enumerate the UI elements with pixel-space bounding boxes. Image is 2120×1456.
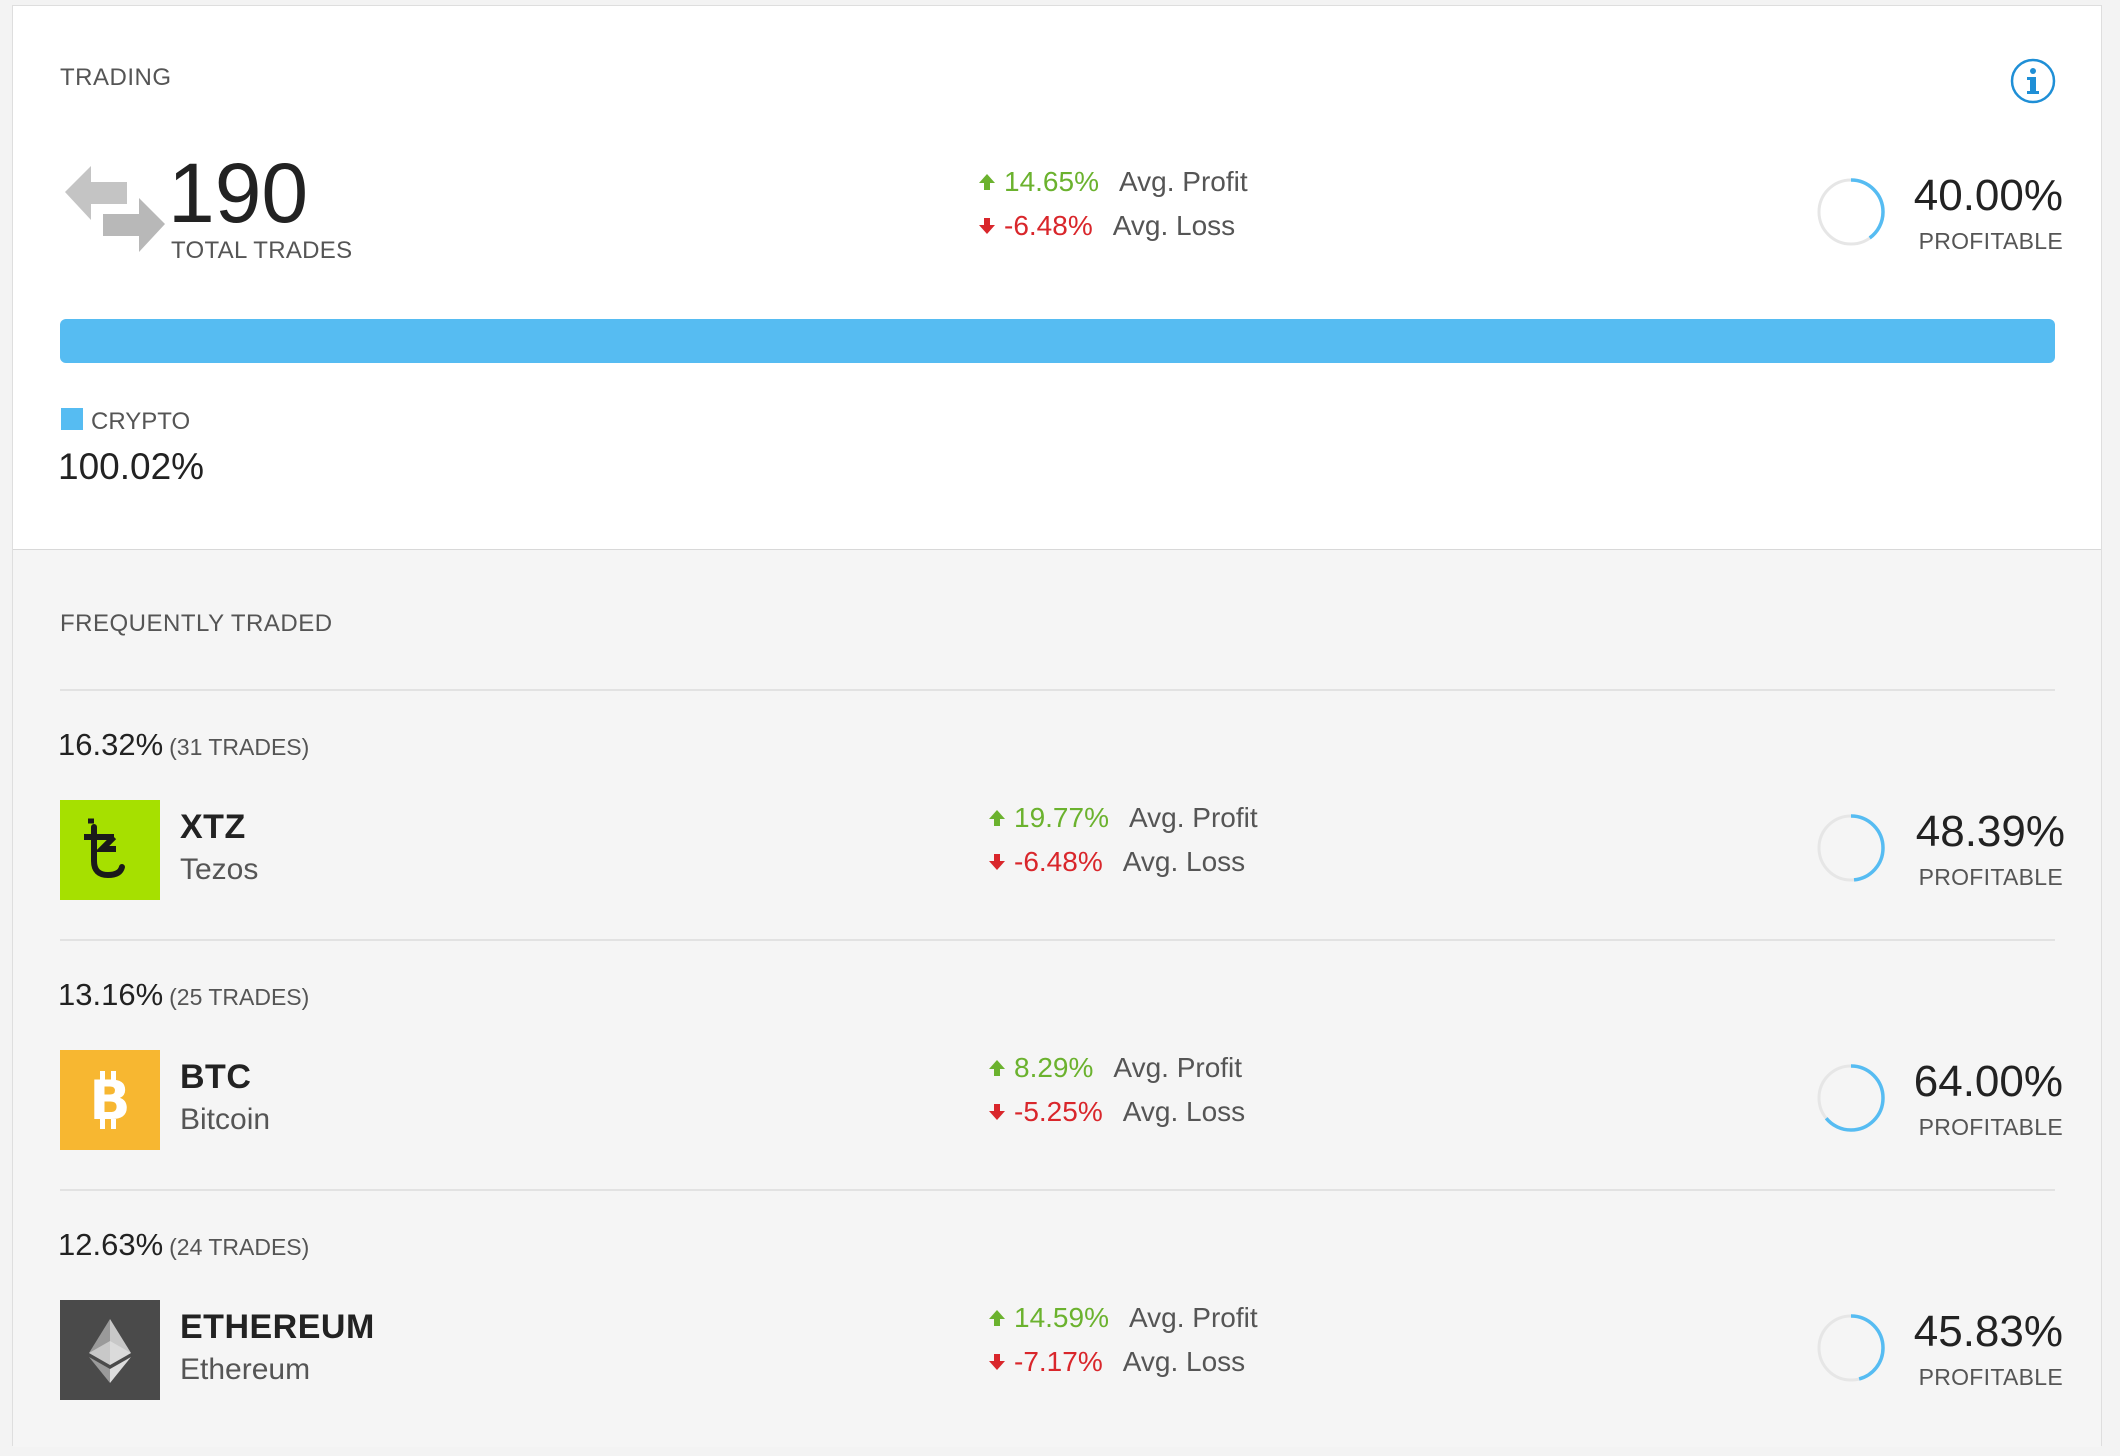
allocation-bar (60, 319, 2055, 363)
asset-name: Tezos (180, 853, 259, 886)
avg-loss-value: -6.48% (1014, 846, 1103, 877)
avg-profit-label: Avg. Profit (1113, 1052, 1243, 1083)
avg-loss-label: Avg. Loss (1112, 210, 1236, 241)
arrow-down-icon (989, 854, 1005, 870)
tezos-icon (84, 818, 125, 879)
asset-share-value: 13.16% (58, 977, 164, 1012)
profitable-percentage: 48.39% (1915, 807, 2065, 856)
arrow-up-icon (989, 1060, 1005, 1076)
crypto-legend-swatch (61, 408, 83, 430)
avg-profit-value: 14.59% (1014, 1302, 1109, 1333)
svg-text:B: B (89, 1069, 130, 1132)
crypto-legend-label: CRYPTO (91, 408, 191, 435)
avg-loss-value: -6.48% (1004, 210, 1093, 241)
avg-profit-stat: 19.77% Avg. Profit (986, 802, 1258, 834)
asset-trade-count: (25 TRADES) (169, 984, 310, 1010)
asset-trade-count: (31 TRADES) (169, 734, 310, 760)
profitable-label: PROFITABLE (1918, 228, 2063, 254)
profitable-percentage: 45.83% (1913, 1307, 2063, 1356)
divider (60, 939, 2055, 941)
avg-loss-stat: -5.25% Avg. Loss (986, 1096, 1245, 1128)
asset-name: Ethereum (180, 1353, 311, 1386)
profitable-label: PROFITABLE (1918, 1114, 2063, 1140)
bitcoin-icon: B (89, 1069, 130, 1132)
asset-share: 16.32% (31 TRADES) (58, 727, 309, 763)
divider (60, 689, 2055, 691)
arrow-down-icon (989, 1354, 1005, 1370)
avg-loss-value: -5.25% (1014, 1096, 1103, 1127)
profitable-label: PROFITABLE (1918, 1364, 2063, 1390)
avg-profit-value: 8.29% (1014, 1052, 1094, 1083)
arrow-up-icon (989, 810, 1005, 826)
info-icon[interactable] (2009, 57, 2057, 105)
asset-share-value: 16.32% (58, 727, 164, 762)
asset-share-value: 12.63% (58, 1227, 164, 1262)
profitable-percentage: 64.00% (1913, 1057, 2063, 1106)
frequently-traded-section: FREQUENTLY TRADED 16.32% (31 TRADES) XTZ … (13, 550, 2101, 1447)
arrow-down-icon (979, 218, 995, 234)
crypto-allocation-value: 100.02% (58, 446, 205, 487)
avg-loss-stat: -6.48% Avg. Loss (976, 210, 1235, 242)
avg-loss-stat: -7.17% Avg. Loss (986, 1346, 1245, 1378)
arrow-up-icon (989, 1310, 1005, 1326)
profitable-label: PROFITABLE (1918, 864, 2063, 890)
avg-loss-label: Avg. Loss (1122, 846, 1246, 877)
profitable-percentage: 40.00% (1913, 171, 2063, 220)
arrow-down-icon (989, 1104, 1005, 1120)
asset-share: 12.63% (24 TRADES) (58, 1227, 309, 1263)
asset-symbol[interactable]: ETHEREUM (180, 1308, 375, 1347)
asset-trade-count: (24 TRADES) (169, 1234, 310, 1260)
tezos-logo[interactable] (60, 800, 160, 900)
frequently-traded-title: FREQUENTLY TRADED (60, 610, 333, 637)
avg-profit-stat: 14.65% Avg. Profit (976, 166, 1248, 198)
avg-profit-stat: 14.59% Avg. Profit (986, 1302, 1258, 1334)
asset-symbol[interactable]: BTC (180, 1058, 251, 1097)
avg-loss-value: -7.17% (1014, 1346, 1103, 1377)
total-trades-value: 190 (168, 146, 309, 240)
avg-loss-label: Avg. Loss (1122, 1346, 1246, 1377)
arrow-up-icon (979, 174, 995, 190)
avg-loss-label: Avg. Loss (1122, 1096, 1246, 1127)
avg-profit-stat: 8.29% Avg. Profit (986, 1052, 1242, 1084)
trading-card: TRADING 190 TOTAL TRADES 14.65% Avg. Pro… (12, 5, 2102, 1447)
ethereum-logo[interactable] (60, 1300, 160, 1400)
ethereum-icon (89, 1319, 131, 1383)
asset-name: Bitcoin (180, 1103, 271, 1136)
avg-profit-label: Avg. Profit (1128, 802, 1258, 833)
avg-profit-value: 19.77% (1014, 802, 1109, 833)
avg-profit-label: Avg. Profit (1128, 1302, 1258, 1333)
asset-symbol[interactable]: XTZ (180, 808, 246, 847)
asset-share: 13.16% (25 TRADES) (58, 977, 309, 1013)
divider (60, 1189, 2055, 1191)
avg-profit-label: Avg. Profit (1118, 166, 1248, 197)
swap-arrows-icon (65, 166, 165, 252)
avg-profit-value: 14.65% (1004, 166, 1099, 197)
avg-loss-stat: -6.48% Avg. Loss (986, 846, 1245, 878)
trading-summary: TRADING 190 TOTAL TRADES 14.65% Avg. Pro… (13, 6, 2101, 550)
bitcoin-logo[interactable]: B (60, 1050, 160, 1150)
trading-title: TRADING (60, 64, 172, 91)
total-trades-label: TOTAL TRADES (171, 237, 353, 264)
